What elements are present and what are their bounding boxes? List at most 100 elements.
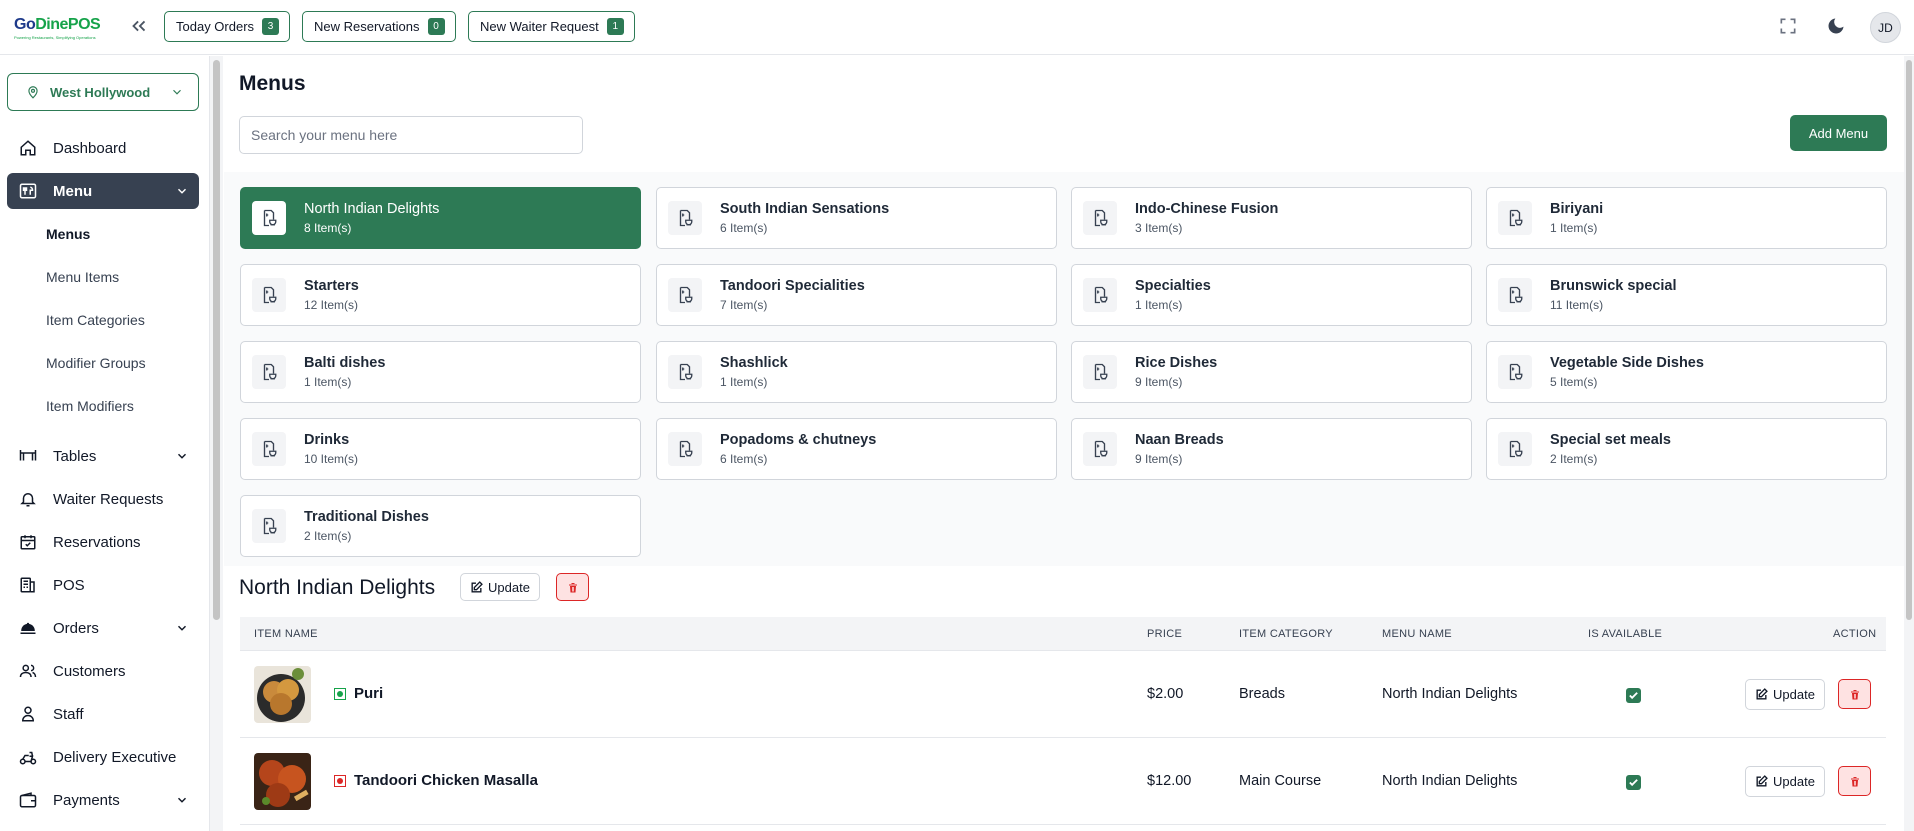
sidebar-item-orders[interactable]: Orders (7, 610, 199, 646)
menu-search-input[interactable] (239, 116, 583, 154)
item-name: Puri (354, 685, 384, 702)
menu-card[interactable]: Rice Dishes 9 Item(s) (1071, 341, 1472, 403)
sidebar-scrollbar-thumb[interactable] (213, 60, 220, 620)
menu-card[interactable]: Special set meals 2 Item(s) (1486, 418, 1887, 480)
delete-menu-button[interactable] (556, 573, 589, 601)
submenu-item-item-categories[interactable]: Item Categories (46, 312, 145, 328)
sidebar-item-menu[interactable]: Menu (7, 173, 199, 209)
header-is-available: IS AVAILABLE (1588, 628, 1663, 640)
item-menu-name: North Indian Delights (1382, 686, 1518, 702)
header-menu-name: MENU NAME (1382, 628, 1452, 640)
today-orders-button[interactable]: Today Orders 3 (164, 11, 291, 42)
bell-icon (17, 488, 39, 510)
menu-card[interactable]: South Indian Sensations 6 Item(s) (656, 187, 1057, 249)
add-menu-button[interactable]: Add Menu (1790, 115, 1887, 151)
menu-card-text: Tandoori Specialities 7 Item(s) (720, 278, 865, 312)
users-icon (17, 660, 39, 682)
sidebar-item-dashboard[interactable]: Dashboard (7, 130, 199, 166)
sidebar-item-waiter-requests[interactable]: Waiter Requests (7, 481, 199, 517)
menu-card-count: 6 Item(s) (720, 221, 768, 235)
menu-card-title: Starters (304, 278, 359, 294)
sidebar-item-customers[interactable]: Customers (7, 653, 199, 689)
menu-card[interactable]: Balti dishes 1 Item(s) (240, 341, 641, 403)
menu-card-text: North Indian Delights 8 Item(s) (304, 201, 439, 235)
delete-item-button[interactable] (1838, 679, 1871, 709)
update-menu-button[interactable]: Update (460, 573, 540, 601)
sidebar-item-label: Delivery Executive (53, 748, 177, 766)
menu-card-text: Starters 12 Item(s) (304, 278, 359, 312)
menu-card-icon (1498, 432, 1532, 466)
sidebar-item-pos[interactable]: POS (7, 567, 199, 603)
chevron-down-icon (177, 625, 187, 631)
menu-card-count: 2 Item(s) (1550, 452, 1598, 466)
sidebar-item-staff[interactable]: Staff (7, 696, 199, 732)
submenu-item-menu-items[interactable]: Menu Items (46, 269, 119, 285)
menu-card-count: 9 Item(s) (1135, 375, 1183, 389)
menu-card[interactable]: Indo-Chinese Fusion 3 Item(s) (1071, 187, 1472, 249)
dark-mode-icon[interactable] (1826, 16, 1848, 38)
menu-card[interactable]: North Indian Delights 8 Item(s) (240, 187, 641, 249)
menu-card-title: Special set meals (1550, 432, 1671, 448)
trash-icon (1850, 776, 1859, 786)
edit-icon (1756, 775, 1768, 787)
main-scrollbar[interactable] (1904, 56, 1914, 831)
menu-card[interactable]: Vegetable Side Dishes 5 Item(s) (1486, 341, 1887, 403)
menu-card[interactable]: Biriyani 1 Item(s) (1486, 187, 1887, 249)
update-item-button[interactable]: Update (1745, 766, 1825, 797)
menu-card[interactable]: Brunswick special 11 Item(s) (1486, 264, 1887, 326)
sidebar-item-label: Reservations (53, 533, 141, 551)
menu-card-icon (668, 355, 702, 389)
update-item-button[interactable]: Update (1745, 679, 1825, 710)
menu-card-title: Indo-Chinese Fusion (1135, 201, 1279, 217)
new-reservations-count: 0 (427, 18, 445, 35)
sidebar-item-tables[interactable]: Tables (7, 438, 199, 474)
is-available-checkbox[interactable] (1626, 775, 1641, 790)
new-waiter-request-button[interactable]: New Waiter Request 1 (468, 11, 635, 42)
submenu-item-item-modifiers[interactable]: Item Modifiers (46, 398, 134, 414)
menu-card-text: Biriyani 1 Item(s) (1550, 201, 1603, 235)
item-category: Main Course (1239, 773, 1322, 789)
menu-card-title: Vegetable Side Dishes (1550, 355, 1704, 371)
item-name: Tandoori Chicken Masalla (354, 772, 538, 789)
sidebar-item-label: Dashboard (53, 139, 127, 157)
menu-card-count: 8 Item(s) (304, 221, 352, 235)
menu-card[interactable]: Naan Breads 9 Item(s) (1071, 418, 1472, 480)
menu-card[interactable]: Starters 12 Item(s) (240, 264, 641, 326)
sidebar-item-label: Payments (53, 791, 120, 809)
menu-card[interactable]: Tandoori Specialities 7 Item(s) (656, 264, 1057, 326)
menu-card-count: 10 Item(s) (304, 452, 359, 466)
menu-card[interactable]: Popadoms & chutneys 6 Item(s) (656, 418, 1057, 480)
is-available-checkbox[interactable] (1626, 688, 1641, 703)
menu-card[interactable]: Traditional Dishes 2 Item(s) (240, 495, 641, 557)
cloche-icon (17, 617, 39, 639)
menu-card-title: Biriyani (1550, 201, 1604, 217)
checkmark-icon (1629, 779, 1638, 787)
utensils-icon (17, 180, 39, 202)
main-scrollbar-thumb[interactable] (1906, 60, 1912, 620)
sidebar-item-reservations[interactable]: Reservations (7, 524, 199, 560)
menu-card-title: Brunswick special (1550, 278, 1677, 294)
submenu-item-menus[interactable]: Menus (46, 226, 90, 242)
app-logo[interactable]: GoDinePOS Powering Restaurants, Simplify… (14, 16, 104, 44)
collapse-sidebar-icon[interactable] (128, 15, 150, 37)
sidebar-item-label: POS (53, 576, 85, 594)
edit-icon (1756, 688, 1768, 700)
fullscreen-icon[interactable] (1778, 16, 1800, 38)
delete-item-button[interactable] (1838, 766, 1871, 796)
sidebar-scrollbar[interactable] (209, 56, 223, 831)
user-avatar[interactable]: JD (1870, 12, 1901, 43)
menu-card[interactable]: Specialties 1 Item(s) (1071, 264, 1472, 326)
menu-card-icon (252, 432, 286, 466)
menu-card-count: 1 Item(s) (1135, 298, 1183, 312)
sidebar-item-delivery-executive[interactable]: Delivery Executive (7, 739, 199, 775)
branch-selector[interactable]: West Hollywood (7, 73, 199, 111)
sidebar-item-payments[interactable]: Payments (7, 782, 199, 818)
branch-name: West Hollywood (50, 84, 151, 100)
menu-card[interactable]: Drinks 10 Item(s) (240, 418, 641, 480)
new-reservations-button[interactable]: New Reservations 0 (302, 11, 456, 42)
submenu-item-modifier-groups[interactable]: Modifier Groups (46, 355, 146, 371)
menu-card-title: Popadoms & chutneys (720, 432, 877, 448)
menu-card-icon (668, 432, 702, 466)
menu-card[interactable]: Shashlick 1 Item(s) (656, 341, 1057, 403)
scooter-icon (17, 746, 39, 768)
